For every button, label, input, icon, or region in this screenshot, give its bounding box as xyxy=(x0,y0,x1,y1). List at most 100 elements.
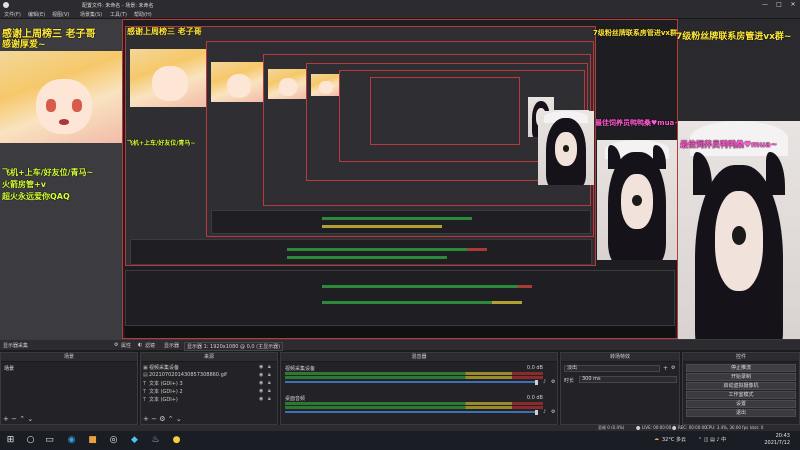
cpu-usage: CPU: 3.4%, 30.00 fps xyxy=(706,425,749,430)
volume-meter xyxy=(285,376,543,379)
title-bar: 配置文件: 未命名 - 场景: 未命名 — □ ✕ xyxy=(0,0,800,10)
properties-button[interactable]: 属性 xyxy=(121,342,131,349)
visibility-eye-icon[interactable]: ◉ xyxy=(259,388,263,394)
chevron-up-icon[interactable]: ⌃ xyxy=(168,415,174,423)
filter-icon[interactable]: ◐ xyxy=(138,342,142,348)
studio-mode-button[interactable]: 工作室模式 xyxy=(686,391,796,399)
nested-meter xyxy=(287,256,447,259)
app-icon[interactable]: ◆ xyxy=(129,435,140,446)
settings-button[interactable]: 设置 xyxy=(686,400,796,408)
source-item[interactable]: ▤2021070201430857308860.gif ◉ 🔒︎ xyxy=(143,372,271,379)
exit-button[interactable]: 退出 xyxy=(686,409,796,417)
volume-slider-knob[interactable] xyxy=(535,410,538,415)
lock-icon[interactable]: 🔒︎ xyxy=(268,380,271,386)
mixer-channel-name: 视频采集设备 xyxy=(285,366,316,372)
menu-scene-collection[interactable]: 场景集(S) xyxy=(80,11,102,18)
nested-window-frame xyxy=(370,77,520,145)
chevron-down-icon[interactable]: ⌄ xyxy=(176,415,182,423)
start-virtual-camera-button[interactable]: 启动虚拟摄像机 xyxy=(686,382,796,390)
display-select[interactable]: 显示器 1: 1920x1080 @ 0,0 (主显示器) xyxy=(184,342,284,351)
source-name: 文本 (GDI+) 2 xyxy=(149,389,183,395)
rec-indicator-icon: ⬤ xyxy=(672,425,677,430)
window-title: 配置文件: 未命名 - 场景: 未命名 xyxy=(82,3,154,9)
search-icon[interactable]: ○ xyxy=(25,435,36,446)
menu-tools[interactable]: 工具(T) xyxy=(110,11,127,18)
gear-icon[interactable]: ⚙ xyxy=(551,409,555,415)
nested-meter xyxy=(322,285,518,288)
minimize-button[interactable]: — xyxy=(758,0,772,10)
gear-icon[interactable]: ⚙ xyxy=(159,415,165,423)
volume-slider[interactable] xyxy=(285,381,537,383)
menu-help[interactable]: 帮助(H) xyxy=(134,11,152,18)
overlay-vx-group-text: 7级粉丝牌联系房管进vx群~ xyxy=(676,32,792,42)
add-icon[interactable]: + xyxy=(663,365,668,372)
app-icon[interactable]: ● xyxy=(171,435,182,446)
gear-icon[interactable]: ⚙ xyxy=(671,365,675,371)
add-icon[interactable]: + xyxy=(3,415,9,423)
edge-browser-icon[interactable]: ◉ xyxy=(66,435,77,446)
menu-edit[interactable]: 编辑(E) xyxy=(28,11,45,18)
steam-icon[interactable]: ♨ xyxy=(150,435,161,446)
visibility-eye-icon[interactable]: ◉ xyxy=(259,372,263,378)
stop-streaming-button[interactable]: 停止推流 xyxy=(686,364,796,372)
source-name: 文本 (GDI+) xyxy=(149,397,178,403)
start-recording-button[interactable]: 开始录制 xyxy=(686,373,796,381)
remove-icon[interactable]: − xyxy=(151,415,157,423)
duration-label: 时长 xyxy=(564,378,575,384)
lock-icon[interactable]: 🔒︎ xyxy=(268,372,271,378)
volume-meter xyxy=(285,402,543,405)
chevron-down-icon[interactable]: ⌄ xyxy=(27,415,33,423)
source-toolbar: 显示器采集 ⚙ 属性 ◐ 滤镜 显示器 显示器 1: 1920x1080 @ 0… xyxy=(0,339,800,351)
duration-input[interactable]: 300 ms xyxy=(579,376,677,383)
mixer-channel-db: 0.0 dB xyxy=(526,365,543,371)
scene-list-item[interactable]: 场景 xyxy=(1,365,137,373)
chevron-up-icon[interactable]: ⌃ xyxy=(19,415,25,423)
anime-eye xyxy=(71,98,82,112)
remove-icon[interactable]: − xyxy=(11,415,17,423)
maximize-button[interactable]: □ xyxy=(772,0,786,10)
close-button[interactable]: ✕ xyxy=(786,0,800,10)
source-item[interactable]: ▣视频采集设备 ◉ 🔒︎ xyxy=(143,364,271,371)
lock-icon[interactable]: 🔒︎ xyxy=(268,364,271,370)
speaker-icon[interactable]: ♪ xyxy=(543,409,546,415)
scenes-dock-title: 场景 xyxy=(1,353,137,362)
preview-canvas[interactable]: 感谢上周榜三 老子哥 感谢厚爱~ 飞机+上车/好友位/青马~ 火箭房管+v 超火… xyxy=(0,19,800,339)
windows-taskbar: ⊞ ○ ▭ ◉ ■ ◎ ◆ ♨ ● ☁ 32°C 多云 ⌃ ◫ ▤ ♪ 中 20… xyxy=(0,431,800,450)
windows-start-icon[interactable]: ⊞ xyxy=(5,435,16,446)
anime-gif-source xyxy=(0,51,128,143)
app-icon[interactable]: ■ xyxy=(87,435,98,446)
nested-meter xyxy=(518,285,532,288)
menu-view[interactable]: 视图(V) xyxy=(52,11,69,18)
scenes-dock-toolbar: + − ⌃ ⌄ xyxy=(3,415,33,423)
source-item[interactable]: T 文本 (GDI+) 3 ◉ 🔒︎ xyxy=(143,380,271,387)
gear-icon[interactable]: ⚙ xyxy=(551,379,555,385)
source-item[interactable]: T 文本 (GDI+) ◉ 🔒︎ xyxy=(143,396,271,403)
clock[interactable]: 20:43 2021/7/12 xyxy=(764,433,790,447)
task-view-icon[interactable]: ▭ xyxy=(44,435,55,446)
filters-button[interactable]: 滤镜 xyxy=(145,342,155,349)
weather-icon: ☁ xyxy=(654,436,659,442)
menu-file[interactable]: 文件(F) xyxy=(4,11,21,18)
lock-icon[interactable]: 🔒︎ xyxy=(268,388,271,394)
gear-icon[interactable]: ⚙ xyxy=(114,342,118,348)
speaker-icon[interactable]: ♪ xyxy=(543,379,546,385)
obs-icon[interactable]: ◎ xyxy=(108,435,119,446)
visibility-eye-icon[interactable]: ◉ xyxy=(259,380,263,386)
add-icon[interactable]: + xyxy=(143,415,149,423)
visibility-eye-icon[interactable]: ◉ xyxy=(259,364,263,370)
source-item[interactable]: T 文本 (GDI+) 2 ◉ 🔒︎ xyxy=(143,388,271,395)
volume-slider-knob[interactable] xyxy=(535,380,538,385)
nested-anime-source xyxy=(130,49,210,107)
visibility-eye-icon[interactable]: ◉ xyxy=(259,396,263,402)
transition-select[interactable]: 淡出 xyxy=(564,365,660,372)
tray-icons[interactable]: ⌃ ◫ ▤ ♪ 中 xyxy=(698,436,726,443)
lock-icon[interactable]: 🔒︎ xyxy=(268,396,271,402)
nested-meter xyxy=(322,301,492,304)
mixer-channel-db: 0.0 dB xyxy=(526,395,543,401)
overlay-thanks-text-2: 感谢厚爱~ xyxy=(2,40,46,50)
app-icon xyxy=(3,2,9,8)
sources-dock: 来源 ▣视频采集设备 ◉ 🔒︎ ▤2021070201430857308860.gi… xyxy=(140,352,278,425)
anime-face xyxy=(35,78,93,134)
volume-slider[interactable] xyxy=(285,411,537,413)
nested-window-frame xyxy=(206,41,594,237)
